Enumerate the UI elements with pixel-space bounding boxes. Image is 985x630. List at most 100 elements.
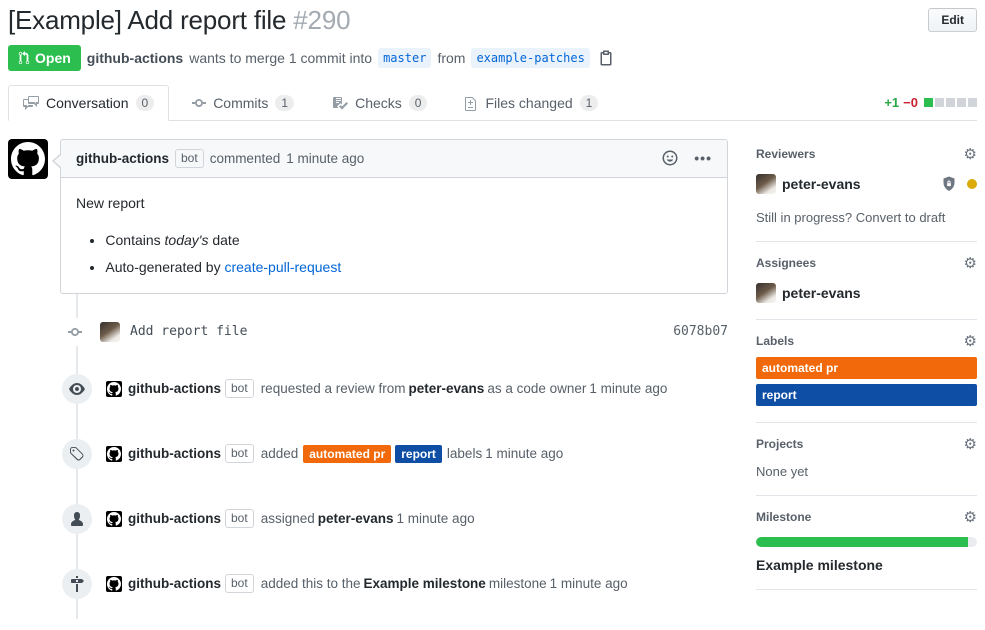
reviewers-heading-row[interactable]: Reviewers ⚙ bbox=[756, 147, 977, 162]
projects-heading-row[interactable]: Projects ⚙ bbox=[756, 437, 977, 452]
diffstat-additions: +1 bbox=[884, 95, 899, 110]
commit-icon bbox=[192, 95, 206, 111]
kebab-menu-icon[interactable]: ••• bbox=[694, 150, 712, 166]
assignee-avatar[interactable] bbox=[756, 283, 776, 303]
event-timestamp[interactable]: 1 minute ago bbox=[550, 576, 628, 591]
bot-badge: bot bbox=[225, 444, 254, 463]
commit-sha-link[interactable]: 6078b07 bbox=[673, 324, 728, 339]
github-actions-avatar[interactable] bbox=[106, 511, 122, 527]
comment-list-item: Contains today's date bbox=[105, 230, 712, 251]
sidebar-section-reviewers: Reviewers ⚙ peter-evans Still in progres… bbox=[756, 139, 977, 242]
sidebar-section-milestone: Milestone ⚙ Example milestone bbox=[756, 496, 977, 590]
milestone-link[interactable]: Example milestone bbox=[364, 576, 486, 591]
github-actions-avatar[interactable] bbox=[106, 446, 122, 462]
event-text: added this to the bbox=[261, 576, 361, 591]
person-icon bbox=[62, 504, 92, 534]
copy-branch-icon[interactable] bbox=[598, 50, 614, 66]
diffstat-block bbox=[935, 98, 944, 107]
labels-heading: Labels bbox=[756, 334, 794, 348]
bot-badge: bot bbox=[225, 574, 254, 593]
checklist-icon bbox=[332, 95, 348, 111]
git-commit-icon bbox=[68, 318, 82, 346]
comment-author-link[interactable]: github-actions bbox=[76, 151, 169, 166]
comment-timestamp[interactable]: 1 minute ago bbox=[286, 151, 364, 166]
pr-tabs: Conversation 0 Commits 1 Checks 0 Files … bbox=[8, 85, 977, 121]
github-actions-avatar[interactable] bbox=[8, 139, 48, 179]
projects-heading: Projects bbox=[756, 437, 803, 451]
sidebar-section-projects: Projects ⚙ None yet bbox=[756, 423, 977, 496]
tab-commits[interactable]: Commits 1 bbox=[177, 85, 309, 121]
gear-icon[interactable]: ⚙ bbox=[964, 437, 977, 452]
github-actions-avatar[interactable] bbox=[106, 576, 122, 592]
bot-badge: bot bbox=[175, 149, 204, 168]
reviewer-name-link[interactable]: peter-evans bbox=[782, 176, 861, 192]
github-actions-avatar[interactable] bbox=[106, 381, 122, 397]
gear-icon[interactable]: ⚙ bbox=[964, 334, 977, 349]
milestone-name-link[interactable]: Example milestone bbox=[756, 557, 977, 573]
milestone-progress-fill bbox=[756, 537, 968, 547]
tab-commits-count: 1 bbox=[275, 95, 294, 111]
comment-list: Contains today's date Auto-generated by … bbox=[76, 230, 712, 278]
create-pull-request-link[interactable]: create-pull-request bbox=[224, 259, 341, 275]
shield-lock-icon bbox=[941, 176, 957, 192]
event-actor-link[interactable]: github-actions bbox=[128, 576, 221, 591]
reviewer-link[interactable]: peter-evans bbox=[409, 381, 485, 396]
file-diff-icon bbox=[465, 95, 478, 111]
event-timestamp[interactable]: 1 minute ago bbox=[485, 446, 563, 461]
comment-action: commented bbox=[210, 151, 281, 166]
milestone-heading: Milestone bbox=[756, 510, 811, 524]
event-timestamp[interactable]: 1 minute ago bbox=[397, 511, 475, 526]
pr-number: #290 bbox=[293, 5, 350, 35]
label-automated-pr[interactable]: automated pr bbox=[303, 445, 391, 463]
event-timestamp[interactable]: 1 minute ago bbox=[589, 381, 667, 396]
committer-avatar[interactable] bbox=[100, 322, 120, 342]
edit-button[interactable]: Edit bbox=[928, 8, 977, 32]
head-branch-chip[interactable]: example-patches bbox=[471, 48, 589, 68]
comment-header: github-actions bot commented 1 minute ag… bbox=[61, 140, 727, 178]
base-branch-chip[interactable]: master bbox=[378, 48, 431, 68]
tab-conversation-label: Conversation bbox=[46, 95, 129, 111]
convert-to-draft-link[interactable]: Convert to draft bbox=[856, 210, 946, 225]
label-report[interactable]: report bbox=[395, 445, 442, 463]
label-automated-pr[interactable]: automated pr bbox=[756, 357, 977, 379]
conversation-icon bbox=[23, 95, 39, 111]
labels-list: automated pr report bbox=[756, 357, 977, 406]
bullet-text: Contains bbox=[105, 232, 164, 248]
assignee-name-link[interactable]: peter-evans bbox=[782, 285, 861, 301]
event-text: as a code owner bbox=[487, 381, 586, 396]
pull-request-icon bbox=[18, 51, 30, 65]
label-report[interactable]: report bbox=[756, 384, 977, 406]
labels-heading-row[interactable]: Labels ⚙ bbox=[756, 334, 977, 349]
milestone-heading-row[interactable]: Milestone ⚙ bbox=[756, 510, 977, 525]
event-actor-link[interactable]: github-actions bbox=[128, 511, 221, 526]
gear-icon[interactable]: ⚙ bbox=[964, 510, 977, 525]
gear-icon[interactable]: ⚙ bbox=[964, 147, 977, 162]
tab-files-label: Files changed bbox=[485, 95, 572, 111]
open-status-label: Open bbox=[35, 50, 71, 66]
reviewer-avatar[interactable] bbox=[756, 174, 776, 194]
event-actor-link[interactable]: github-actions bbox=[128, 446, 221, 461]
event-text: labels bbox=[447, 446, 482, 461]
gear-icon[interactable]: ⚙ bbox=[964, 256, 977, 271]
tab-files-count: 1 bbox=[580, 95, 599, 111]
from-word: from bbox=[437, 50, 465, 66]
comment-body: New report Contains today's date Auto-ge… bbox=[61, 178, 727, 293]
sidebar-section-assignees: Assignees ⚙ peter-evans bbox=[756, 242, 977, 320]
assignee-link[interactable]: peter-evans bbox=[318, 511, 394, 526]
sidebar-section-labels: Labels ⚙ automated pr report bbox=[756, 320, 977, 423]
pr-author-link[interactable]: github-actions bbox=[87, 50, 183, 66]
event-labeled: github-actions bot added automated pr re… bbox=[8, 439, 728, 469]
timeline-column: github-actions bot commented 1 minute ag… bbox=[8, 139, 728, 630]
assignees-heading-row[interactable]: Assignees ⚙ bbox=[756, 256, 977, 271]
tab-files-changed[interactable]: Files changed 1 bbox=[450, 85, 613, 121]
timeline: Add report file 6078b07 github-actions b… bbox=[8, 294, 728, 599]
tag-icon bbox=[62, 439, 92, 469]
commit-message-link[interactable]: Add report file bbox=[130, 324, 247, 339]
bot-badge: bot bbox=[225, 509, 254, 528]
tab-conversation[interactable]: Conversation 0 bbox=[8, 85, 169, 121]
emoji-reaction-icon[interactable] bbox=[662, 150, 678, 166]
bullet-italic: today's bbox=[165, 232, 209, 248]
tab-checks[interactable]: Checks 0 bbox=[317, 85, 442, 121]
event-actor-link[interactable]: github-actions bbox=[128, 381, 221, 396]
event-assigned: github-actions bot assigned peter-evans … bbox=[8, 504, 728, 534]
